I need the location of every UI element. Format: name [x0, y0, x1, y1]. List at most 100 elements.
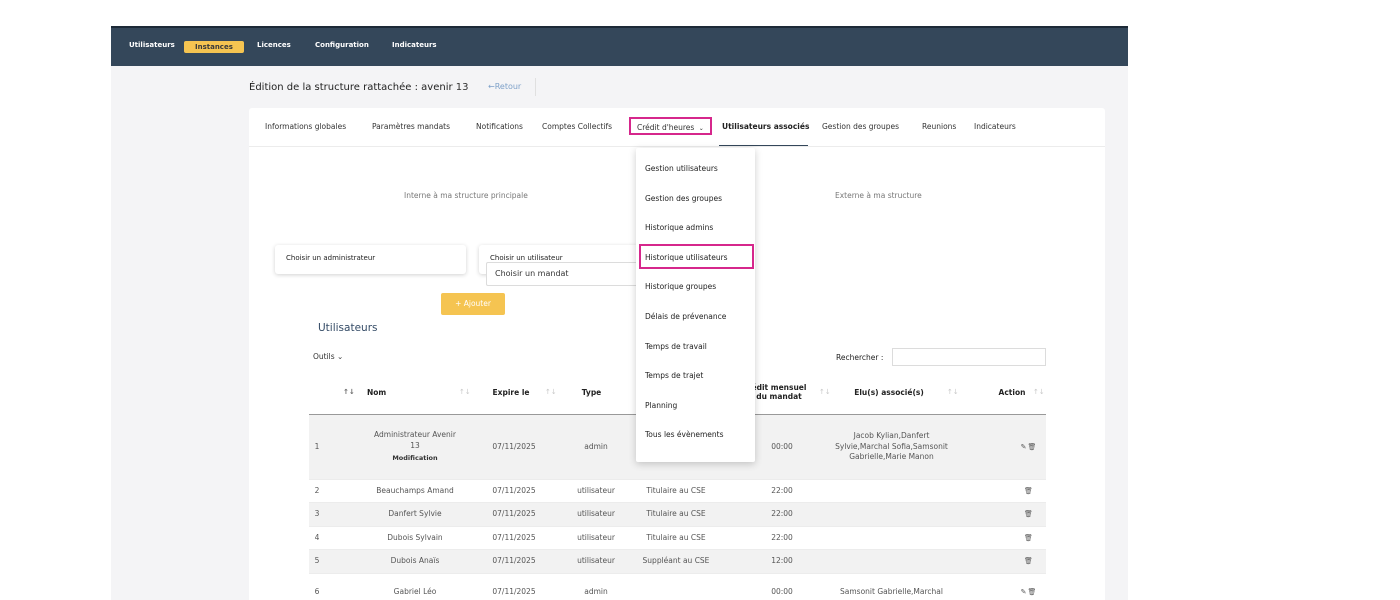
page-title-number: 13	[455, 82, 469, 93]
row-credit: 22:00	[771, 532, 793, 542]
row-delete-icon[interactable]: 🗑	[1014, 527, 1044, 549]
externe-label: Externe à ma structure	[835, 191, 922, 200]
row-elus: Jacob Kylian,Danfert Sylvie,Marchal Sofi…	[835, 431, 948, 462]
row-credit: 22:00	[771, 485, 793, 495]
dd-tous-evenements[interactable]: Tous les évènements	[645, 430, 724, 439]
row-edit-delete-icons[interactable]: ✎🗑	[1014, 415, 1044, 479]
row-type: admin	[584, 586, 608, 596]
add-button[interactable]: + Ajouter	[441, 293, 505, 315]
tab-indicateurs[interactable]: Indicateurs	[974, 122, 1016, 131]
dd-gestion-groupes[interactable]: Gestion des groupes	[645, 194, 722, 203]
dd-temps-trajet[interactable]: Temps de trajet	[645, 371, 703, 380]
sort-icon: ↑↓	[343, 388, 355, 396]
tab-gestion-groupes[interactable]: Gestion des groupes	[822, 122, 899, 131]
tab-reunions[interactable]: Reunions	[922, 122, 956, 131]
mandat-select[interactable]: Choisir un mandat	[486, 262, 646, 286]
row-credit: 12:00	[771, 556, 793, 566]
interne-label: Interne à ma structure principale	[404, 191, 528, 200]
dd-gestion-utilisateurs[interactable]: Gestion utilisateurs	[645, 164, 718, 173]
row-expire: 07/11/2025	[492, 532, 536, 542]
row-expire: 07/11/2025	[492, 556, 536, 566]
row-type: utilisateur	[577, 532, 615, 542]
row-num: 4	[314, 532, 320, 542]
search-label: Rechercher :	[836, 353, 884, 362]
row-delete-icon[interactable]: 🗑	[1014, 503, 1044, 526]
row-mandat	[631, 574, 721, 600]
row-num: 6	[314, 586, 320, 596]
tab-informations-globales[interactable]: Informations globales	[265, 122, 346, 131]
row-delete-icon[interactable]: 🗑	[1014, 480, 1044, 502]
th-type[interactable]: Type	[564, 370, 619, 414]
tab-utilisateurs-associes[interactable]: Utilisateurs associés	[722, 122, 809, 131]
row-elus	[834, 550, 949, 573]
th-expire[interactable]: Expire le	[489, 370, 533, 414]
row-elus: Samsonit Gabrielle,Marchal	[840, 586, 943, 596]
row-nom: Dubois Sylvain	[387, 532, 443, 542]
search-input[interactable]	[892, 348, 1046, 366]
tab-comptes-collectifs[interactable]: Comptes Collectifs	[542, 122, 612, 131]
row-modification-link[interactable]: Modification	[392, 453, 437, 464]
row-delete-icon[interactable]: 🗑	[1014, 550, 1044, 573]
row-elus	[834, 503, 949, 526]
tab-parametres-mandats[interactable]: Paramètres mandats	[372, 122, 450, 131]
row-credit: 00:00	[771, 441, 793, 451]
row-num: 2	[314, 485, 320, 495]
row-mandat: Suppléant au CSE	[642, 556, 710, 566]
nav-utilisateurs[interactable]: Utilisateurs	[129, 41, 175, 49]
tabs-divider	[249, 146, 1105, 147]
table-row[interactable]: 4 Dubois Sylvain 07/11/2025 utilisateur …	[309, 527, 1046, 550]
row-edit-delete-icons[interactable]: ✎🗑	[1014, 574, 1044, 600]
row-expire: 07/11/2025	[492, 509, 536, 519]
sort-icon: ↑↓	[545, 388, 557, 396]
table-row[interactable]: 3 Danfert Sylvie 07/11/2025 utilisateur …	[309, 503, 1046, 527]
table-row[interactable]: 6 Gabriel Léo 07/11/2025 admin 00:00 Sam…	[309, 574, 1046, 600]
row-mandat: Titulaire au CSE	[646, 485, 706, 495]
th-credit-mensuel[interactable]: édit mensuel du mandat	[749, 370, 809, 414]
row-nom: Danfert Sylvie	[388, 509, 442, 519]
row-nom: Beauchamps Amand	[376, 485, 454, 495]
page-title-text: Édition de la structure rattachée : aven…	[249, 82, 453, 93]
outils-dropdown[interactable]: Outils ⌄	[313, 352, 343, 361]
th-index[interactable]: ↑↓	[309, 370, 359, 414]
th-elus[interactable]: Elu(s) associé(s)	[844, 370, 934, 414]
row-mandat: Titulaire au CSE	[646, 509, 706, 519]
sort-icon: ↑↓	[459, 388, 471, 396]
nav-instances[interactable]: Instances	[184, 41, 244, 53]
row-type: utilisateur	[577, 556, 615, 566]
row-expire: 07/11/2025	[492, 485, 536, 495]
table-row[interactable]: 2 Beauchamps Amand 07/11/2025 utilisateu…	[309, 480, 1046, 503]
credit-heures-dropdown: Gestion utilisateurs Gestion des groupes…	[636, 148, 755, 462]
sort-icon: ↑↓	[947, 388, 959, 396]
tab-notifications[interactable]: Notifications	[476, 122, 523, 131]
dd-planning[interactable]: Planning	[645, 401, 677, 410]
tab-credit-heures[interactable]: Crédit d'heures ⌄	[629, 117, 712, 135]
row-nom: Administrateur Avenir 13 Modification	[369, 415, 461, 479]
nav-configuration[interactable]: Configuration	[315, 41, 369, 49]
row-num: 1	[314, 441, 320, 451]
dd-delais-prevenance[interactable]: Délais de prévenance	[645, 312, 726, 321]
nav-licences[interactable]: Licences	[257, 41, 291, 49]
back-link[interactable]: ←Retour	[488, 82, 521, 91]
row-mandat: Titulaire au CSE	[646, 532, 706, 542]
row-nom: Gabriel Léo	[393, 586, 437, 596]
table-row[interactable]: 5 Dubois Anaïs 07/11/2025 utilisateur Su…	[309, 550, 1046, 574]
row-expire: 07/11/2025	[492, 586, 536, 596]
row-nom: Dubois Anaïs	[390, 556, 440, 566]
sort-icon: ↑↓	[819, 388, 831, 396]
row-nom-text: Administrateur Avenir 13	[374, 430, 456, 450]
chevron-down-icon: ⌄	[698, 125, 704, 132]
row-elus	[834, 480, 949, 502]
nav-indicateurs[interactable]: Indicateurs	[392, 41, 437, 49]
top-navigation: Utilisateurs Instances Licences Configur…	[111, 26, 1128, 66]
dd-temps-travail[interactable]: Temps de travail	[645, 342, 707, 351]
row-type: utilisateur	[577, 509, 615, 519]
dropdown-highlight-box	[639, 244, 754, 269]
row-credit: 00:00	[771, 586, 793, 596]
th-action[interactable]: Action	[989, 370, 1035, 414]
th-nom[interactable]: Nom	[359, 370, 414, 414]
row-type: utilisateur	[577, 485, 615, 495]
admin-select[interactable]: Choisir un administrateur	[275, 245, 466, 274]
dd-historique-admins[interactable]: Historique admins	[645, 223, 713, 232]
dd-historique-groupes[interactable]: Historique groupes	[645, 282, 716, 291]
title-divider	[535, 78, 536, 96]
